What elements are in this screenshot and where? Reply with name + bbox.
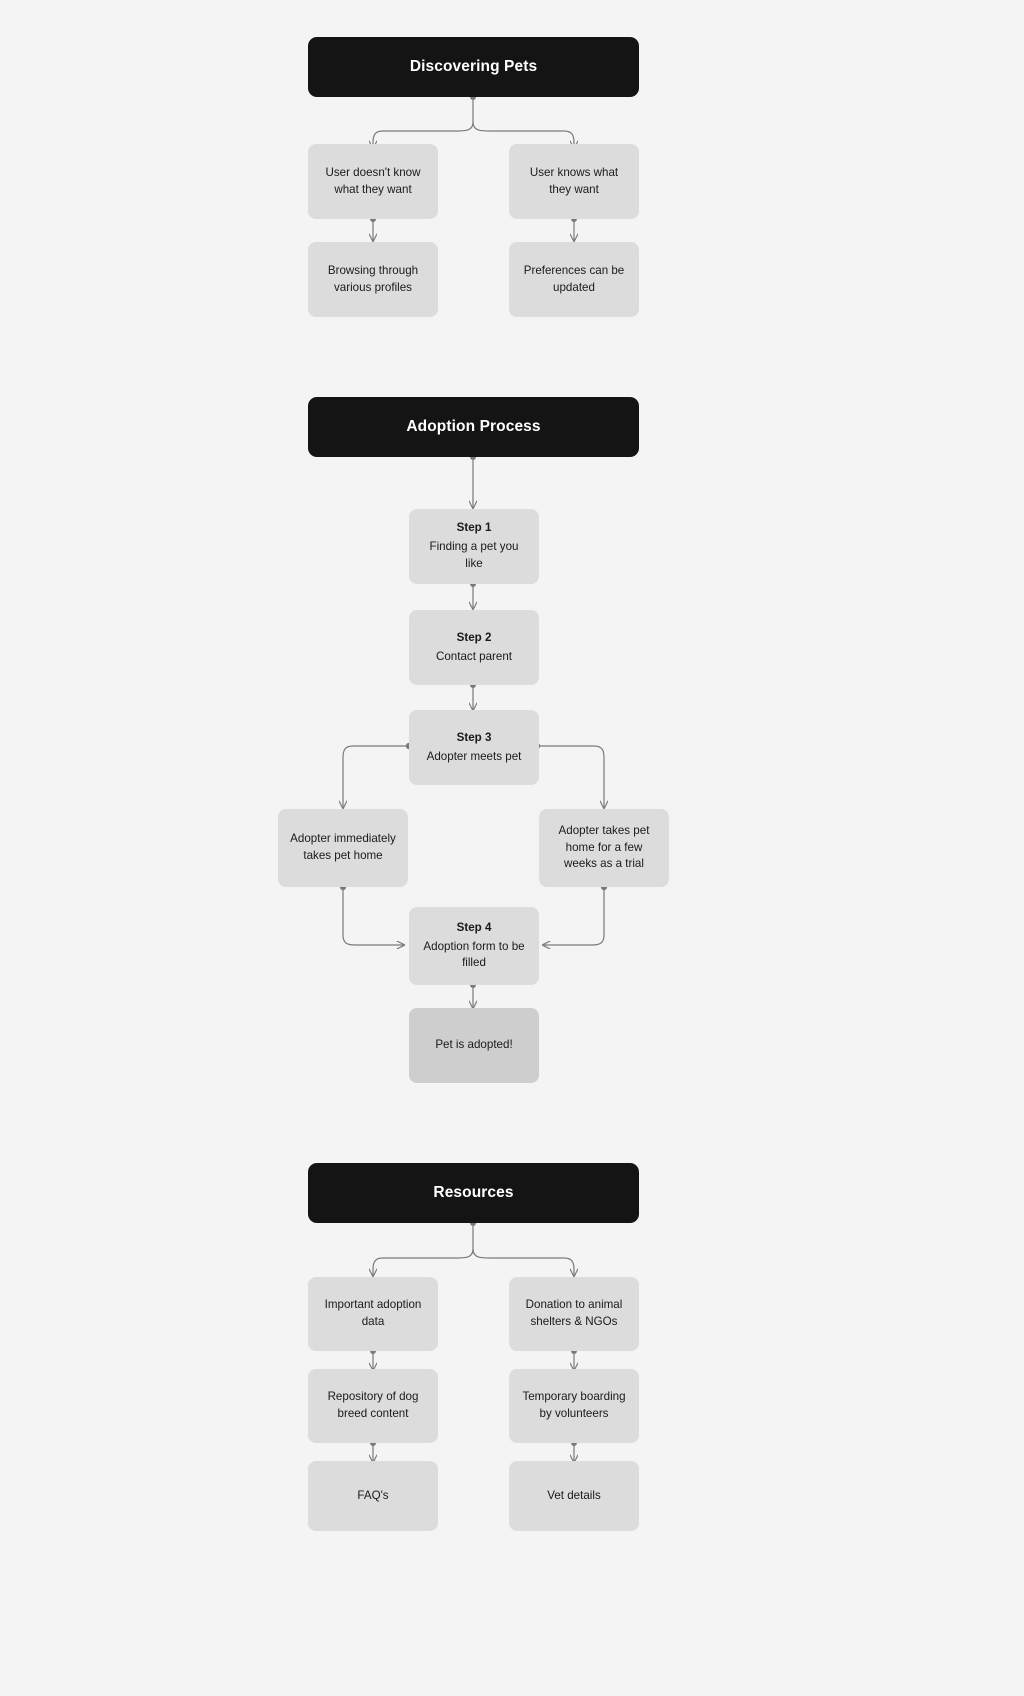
node-vet-details[interactable]: Vet details — [509, 1461, 639, 1531]
node-label: User doesn't know what they want — [325, 165, 421, 196]
node-pet-is-adopted[interactable]: Pet is adopted! — [409, 1008, 539, 1083]
node-label: Browsing through various profiles — [327, 263, 419, 294]
node-label: Preferences can be updated — [523, 263, 625, 294]
node-user-doesnt-know[interactable]: User doesn't know what they want — [308, 144, 438, 219]
node-label: Adoption form to be filled — [423, 939, 525, 970]
node-label: Adopter meets pet — [426, 749, 522, 763]
node-label: FAQ's — [357, 1488, 389, 1502]
node-temporary-boarding-volunteers[interactable]: Temporary boarding by volunteers — [509, 1369, 639, 1443]
node-step-4[interactable]: Step 4 Adoption form to be filled — [409, 907, 539, 985]
node-label: Important adoption data — [324, 1298, 422, 1328]
node-faqs[interactable]: FAQ's — [308, 1461, 438, 1531]
section-header-discovering-pets[interactable]: Discovering Pets — [308, 37, 639, 97]
node-step-3[interactable]: Step 3 Adopter meets pet — [409, 710, 539, 785]
node-step-label: Step 2 — [456, 630, 492, 644]
edge-ap-branch-left-to-step4 — [342, 887, 404, 945]
node-step-1[interactable]: Step 1 Finding a pet you like — [409, 509, 539, 584]
flowchart-canvas: Discovering Pets User doesn't know what … — [0, 0, 1024, 1696]
edge-rs-to-left1 — [373, 1248, 474, 1276]
node-repository-dog-breed-content[interactable]: Repository of dog breed content — [308, 1369, 438, 1443]
node-label: Temporary boarding by volunteers — [522, 1390, 626, 1420]
edge-ap-branch-right-to-step4 — [543, 887, 605, 945]
node-label: Pet is adopted! — [435, 1038, 513, 1052]
edge-ap-step3-to-branch-right — [537, 745, 604, 808]
node-label: User knows what they want — [529, 165, 619, 196]
node-step-label: Step 3 — [456, 730, 492, 744]
node-user-knows[interactable]: User knows what they want — [509, 144, 639, 219]
node-step-label: Step 1 — [456, 521, 492, 535]
node-label: Finding a pet you like — [429, 540, 519, 570]
section-title: Discovering Pets — [409, 57, 538, 75]
edge-ap-step3-to-branch-left — [343, 745, 409, 808]
node-label: Contact parent — [435, 649, 513, 663]
node-browsing-profiles[interactable]: Browsing through various profiles — [308, 242, 438, 317]
node-label: Adopter takes pet home for a few weeks a… — [558, 823, 650, 871]
node-donation-shelters-ngos[interactable]: Donation to animal shelters & NGOs — [509, 1277, 639, 1351]
node-step-2[interactable]: Step 2 Contact parent — [409, 610, 539, 685]
node-adopter-trial-period[interactable]: Adopter takes pet home for a few weeks a… — [539, 809, 669, 887]
section-title: Resources — [433, 1183, 514, 1201]
node-label: Repository of dog breed content — [327, 1390, 419, 1420]
node-label: Donation to animal shelters & NGOs — [525, 1298, 623, 1328]
node-preferences-updated[interactable]: Preferences can be updated — [509, 242, 639, 317]
node-adopter-immediately-takes-home[interactable]: Adopter immediately takes pet home — [278, 809, 408, 887]
section-header-resources[interactable]: Resources — [308, 1163, 639, 1223]
edge-rs-to-right1 — [472, 1248, 574, 1276]
node-important-adoption-data[interactable]: Important adoption data — [308, 1277, 438, 1351]
node-label: Vet details — [547, 1488, 601, 1502]
section-title: Adoption Process — [406, 417, 541, 435]
section-header-adoption-process[interactable]: Adoption Process — [308, 397, 639, 457]
node-step-label: Step 4 — [456, 920, 492, 934]
node-label: Adopter immediately takes pet home — [290, 832, 396, 862]
